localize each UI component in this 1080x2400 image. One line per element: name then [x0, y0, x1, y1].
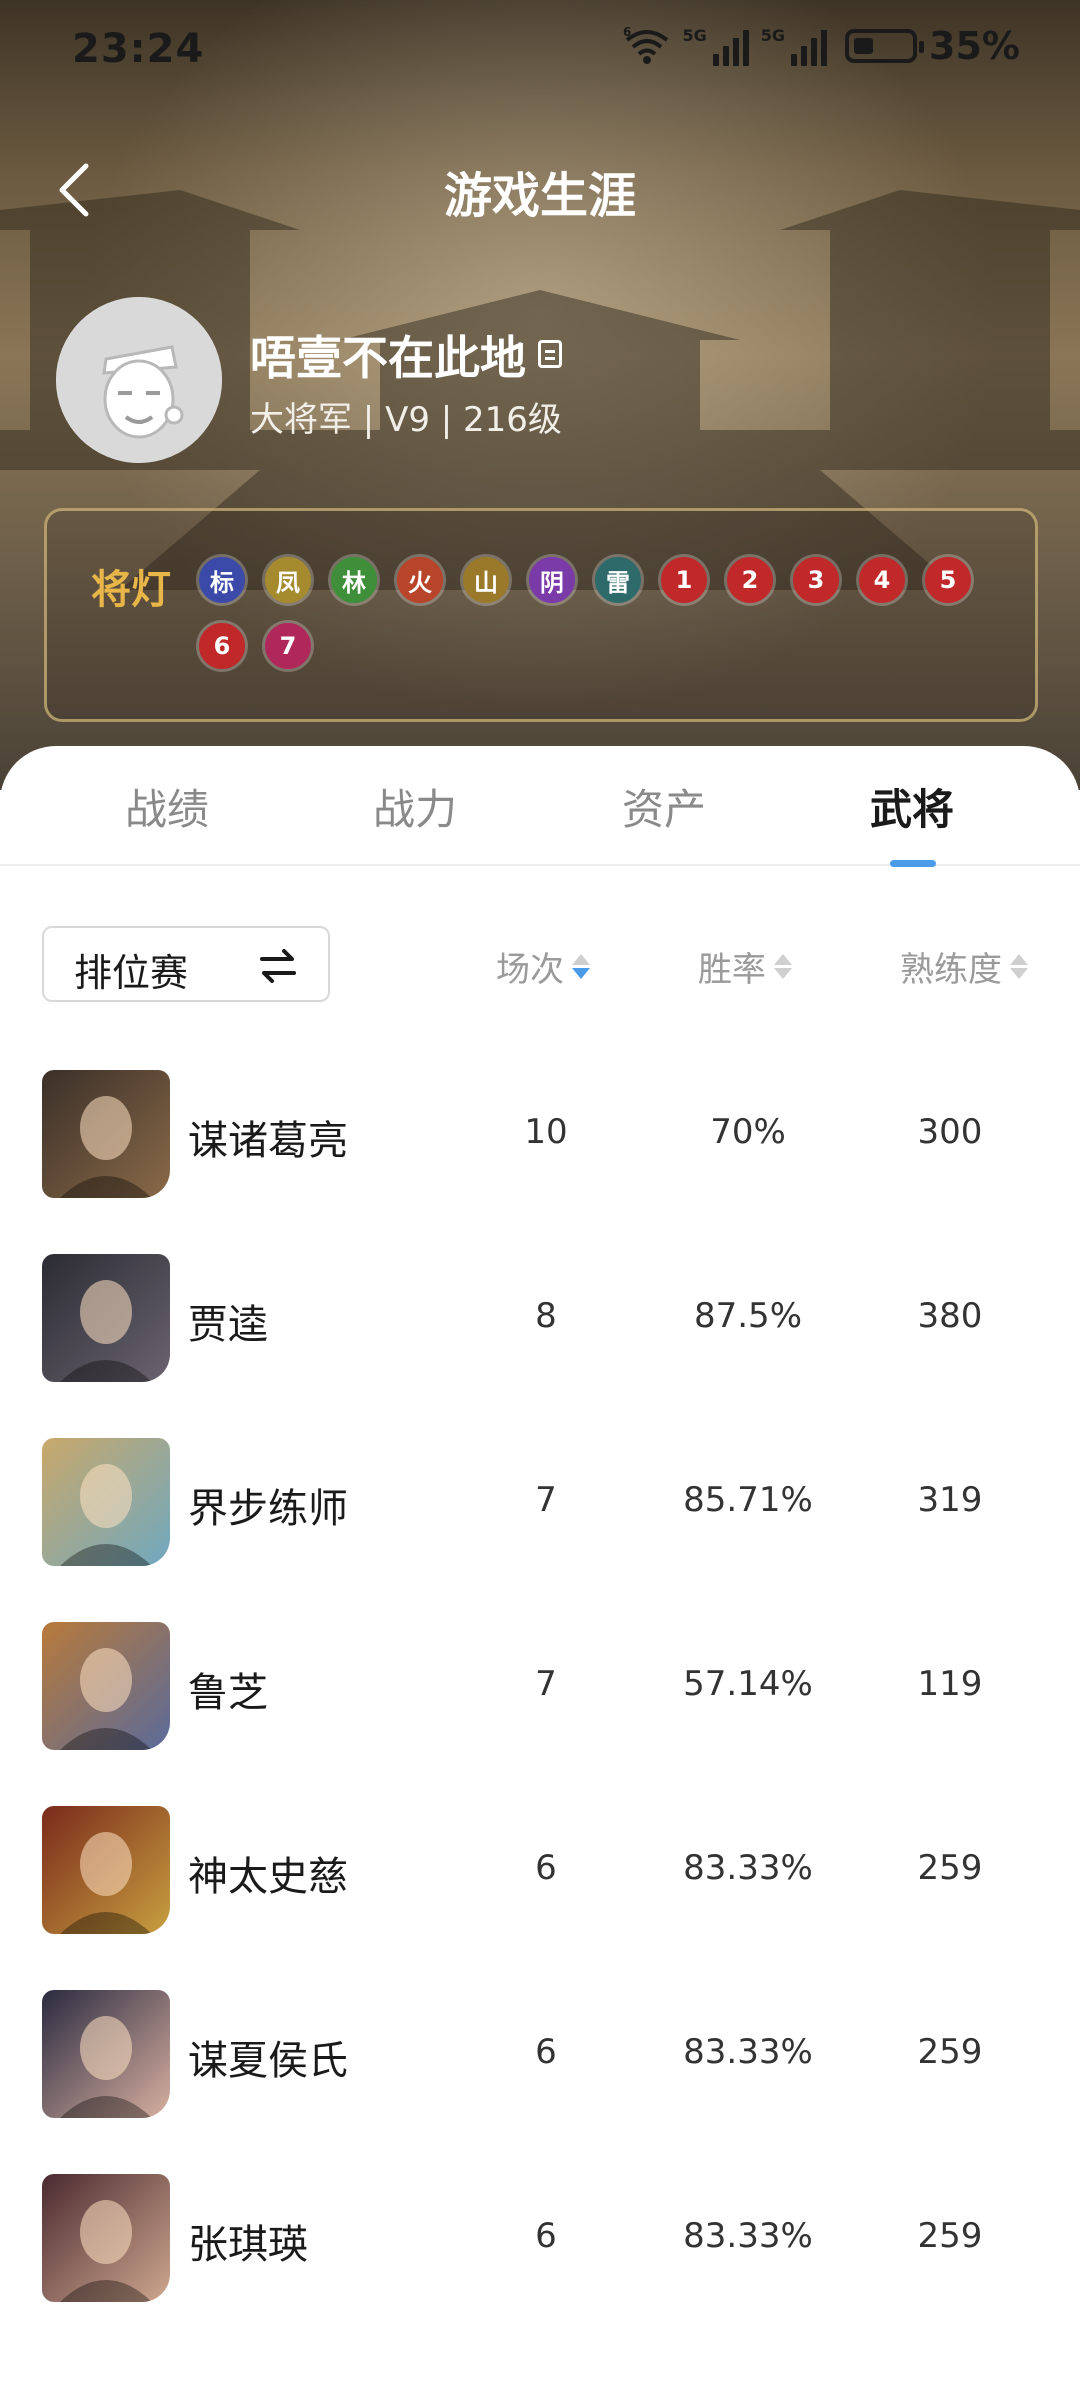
status-time: 23:24	[72, 26, 205, 72]
sort-icon	[774, 954, 792, 979]
matches-value: 6	[535, 1848, 557, 1888]
win-rate-value: 83.33%	[683, 1848, 813, 1888]
general-row[interactable]: 贾逵 8 87.5% 380	[0, 1234, 1080, 1418]
general-portrait	[42, 1070, 170, 1198]
matches-value: 6	[535, 2216, 557, 2256]
lamp-icon: 1	[661, 557, 707, 603]
username: 唔壹不在此地	[250, 331, 526, 385]
matches-value: 7	[535, 1664, 557, 1704]
tab-generals[interactable]: 武将	[812, 776, 1012, 837]
lamp-icon: 火	[397, 557, 443, 603]
mode-select[interactable]: 排位赛	[42, 926, 330, 1002]
general-name: 界步练师	[188, 1486, 348, 1532]
mode-select-label: 排位赛	[74, 951, 189, 995]
matches-value: 6	[535, 2032, 557, 2072]
svg-text:6: 6	[623, 26, 631, 39]
general-name: 谋诸葛亮	[188, 1118, 348, 1164]
column-header-proficiency[interactable]: 熟练度	[900, 942, 1028, 991]
matches-value: 8	[535, 1296, 557, 1336]
lamp-icon: 2	[727, 557, 773, 603]
user-rank-level: 大将军 | V9 | 216级	[250, 400, 562, 440]
sort-icon	[572, 954, 590, 979]
tab-record[interactable]: 战绩	[67, 776, 267, 837]
tab-bar: 战绩 战力 资产 武将	[0, 746, 1080, 867]
general-name: 鲁芝	[188, 1670, 268, 1716]
lamp-icon: 雷	[595, 557, 641, 603]
general-portrait	[42, 1254, 170, 1382]
lamp-icon: 3	[793, 557, 839, 603]
tab-assets[interactable]: 资产	[564, 776, 764, 837]
proficiency-value: 300	[917, 1112, 983, 1152]
general-name: 神太史慈	[188, 1854, 348, 1900]
win-rate-value: 85.71%	[683, 1480, 813, 1520]
lamp-icon: 6	[199, 623, 245, 669]
lamp-icon: 山	[463, 557, 509, 603]
proficiency-value: 259	[917, 2032, 983, 2072]
tab-active-indicator	[890, 860, 936, 867]
status-bar: 23:24 6 5G 5G 35%	[0, 0, 1080, 100]
status-icons: 6 5G 5G 35%	[623, 24, 1021, 68]
page-title: 游戏生涯	[443, 168, 636, 224]
proficiency-value: 319	[917, 1480, 983, 1520]
win-rate-value: 57.14%	[683, 1664, 813, 1704]
general-name: 张琪瑛	[188, 2222, 308, 2268]
win-rate-value: 70%	[710, 1112, 786, 1152]
general-name: 谋夏侯氏	[188, 2038, 348, 2084]
general-row[interactable]: 谋夏侯氏 6 83.33% 259	[0, 1970, 1080, 2154]
lamp-icons: 标凤林火山阴雷12345 67	[199, 557, 1019, 669]
avatar[interactable]	[56, 297, 222, 463]
matches-value: 7	[535, 1480, 557, 1520]
win-rate-value: 87.5%	[693, 1296, 802, 1336]
copy-icon[interactable]	[538, 340, 562, 368]
column-header-win-rate[interactable]: 胜率	[698, 942, 792, 991]
lamp-icon: 5	[925, 557, 971, 603]
default-avatar-icon	[56, 297, 222, 463]
column-header-matches[interactable]: 场次	[496, 942, 590, 991]
lamp-icon: 凤	[265, 557, 311, 603]
lamp-icon: 7	[265, 623, 311, 669]
win-rate-value: 83.33%	[683, 2032, 813, 2072]
proficiency-value: 119	[917, 1664, 983, 1704]
general-portrait	[42, 1990, 170, 2118]
proficiency-value: 380	[917, 1296, 983, 1336]
general-portrait	[42, 2174, 170, 2302]
cellular-signal-icon-2: 5G	[761, 26, 828, 66]
general-portrait	[42, 1438, 170, 1566]
battery-percent: 35%	[929, 24, 1020, 68]
general-row[interactable]: 神太史慈 6 83.33% 259	[0, 1786, 1080, 1970]
general-name: 贾逵	[188, 1302, 268, 1348]
lamp-icon: 阴	[529, 557, 575, 603]
general-row[interactable]: 谋诸葛亮 10 70% 300	[0, 1050, 1080, 1234]
general-lamps-panel: 将灯 标凤林火山阴雷12345 67	[44, 508, 1038, 722]
swap-icon	[260, 949, 296, 983]
battery-icon	[845, 29, 925, 63]
lamp-icon: 4	[859, 557, 905, 603]
sort-icon	[1010, 954, 1028, 979]
general-portrait	[42, 1622, 170, 1750]
content-panel: 战绩 战力 资产 武将 排位赛 场次 胜率 熟练度 谋诸葛亮 10 70% 300 贾逵…	[0, 746, 1080, 2400]
general-row[interactable]: 界步练师 7 85.71% 319	[0, 1418, 1080, 1602]
battery-fill	[854, 38, 874, 54]
general-row[interactable]: 张琪瑛 6 83.33% 259	[0, 2154, 1080, 2338]
proficiency-value: 259	[917, 2216, 983, 2256]
general-row[interactable]: 鲁芝 7 57.14% 119	[0, 1602, 1080, 1786]
lamp-icon: 林	[331, 557, 377, 603]
proficiency-value: 259	[917, 1848, 983, 1888]
lamps-label: 将灯	[91, 567, 171, 613]
win-rate-value: 83.33%	[683, 2216, 813, 2256]
matches-value: 10	[524, 1112, 568, 1152]
cellular-signal-icon-1: 5G	[683, 26, 749, 66]
wifi-icon: 6	[623, 26, 668, 64]
lamp-icon: 标	[199, 557, 245, 603]
general-portrait	[42, 1806, 170, 1934]
tab-power[interactable]: 战力	[315, 776, 515, 837]
